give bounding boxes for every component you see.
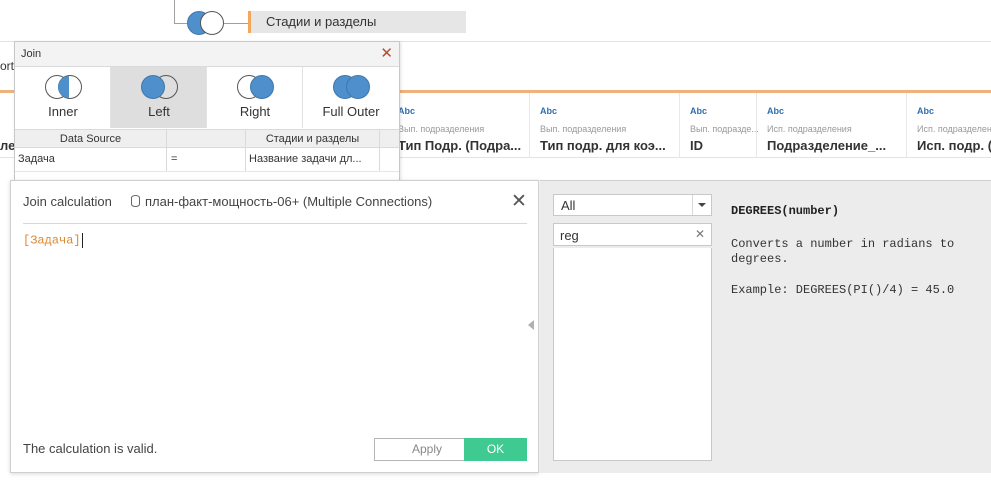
close-icon[interactable]: ✕ — [511, 190, 527, 213]
header-extra — [380, 130, 399, 147]
join-row-extra — [380, 148, 399, 171]
join-type-left[interactable]: Left — [111, 67, 207, 128]
data-source-canvas: Стадии и разделы — [0, 0, 991, 42]
header-data-source: Data Source — [15, 130, 167, 147]
clear-search-icon[interactable]: ✕ — [695, 227, 705, 241]
function-signature: DEGREES(number) — [731, 204, 840, 218]
join-clause-grid: Data Source Стадии и разделы Задача = На… — [15, 129, 399, 172]
grid-column[interactable]: Abc Вып. подразделения Тип Подр. (Подра.… — [388, 93, 530, 158]
close-icon[interactable]: ✕ — [380, 44, 393, 62]
join-type-right[interactable]: Right — [207, 67, 303, 128]
join-type-label: Full Outer — [322, 104, 380, 119]
function-category-value: All — [561, 198, 576, 213]
function-search-box[interactable]: ✕ — [553, 223, 712, 246]
grid-column-name: Исп. подр. (П — [917, 138, 991, 153]
full-outer-join-icon — [333, 75, 373, 101]
header-operator — [167, 130, 246, 147]
join-dialog-title: Join — [21, 48, 42, 60]
join-link-line — [224, 23, 248, 24]
grid-column-source: Вып. подразделения — [398, 124, 485, 134]
join-dialog: Join ✕ Inner Left Right Full Outer Data … — [14, 41, 400, 183]
grid-column-source: Исп. подразделения — [917, 124, 991, 134]
function-search-input[interactable] — [560, 227, 690, 243]
grid-column[interactable]: Abc Исп. подразделения Исп. подр. (П — [907, 93, 991, 158]
grid-column-source: Вып. подразде... — [690, 124, 759, 134]
calc-title: Join calculation — [23, 194, 112, 209]
join-calculation-dialog: Join calculation план-факт-мощность-06+ … — [10, 180, 539, 473]
left-join-venn-icon[interactable] — [187, 11, 227, 37]
calc-separator — [23, 223, 527, 224]
right-join-icon — [237, 75, 277, 101]
inner-join-icon — [45, 75, 85, 101]
join-clause-row[interactable]: Задача = Название задачи дл... — [15, 148, 399, 172]
grid-column[interactable]: Abc Исп. подразделения Подразделение_... — [757, 93, 907, 158]
join-type-inner[interactable]: Inner — [15, 67, 111, 128]
function-category-select[interactable]: All — [553, 194, 712, 216]
string-type-icon: Abc — [398, 106, 416, 116]
function-list[interactable] — [553, 248, 712, 461]
ok-button[interactable]: OK — [464, 438, 527, 461]
collapse-arrow-icon[interactable] — [528, 320, 534, 330]
grid-column-name: Тип Подр. (Подра... — [398, 138, 522, 153]
join-type-full-outer[interactable]: Full Outer — [303, 67, 399, 128]
text-caret — [81, 233, 83, 248]
grid-column[interactable]: Abc Вып. подразделения Тип подр. для коэ… — [530, 93, 680, 158]
join-left-field[interactable]: Задача — [15, 148, 167, 171]
left-join-icon — [141, 75, 181, 101]
grid-column-source: Исп. подразделения — [767, 124, 852, 134]
join-type-label: Right — [239, 104, 271, 119]
calc-validity-status: The calculation is valid. — [23, 441, 158, 456]
join-right-field[interactable]: Название задачи дл... — [246, 148, 380, 171]
join-clause-header: Data Source Стадии и разделы — [15, 129, 399, 148]
ort-fragment-text: ort — [0, 59, 15, 73]
string-type-icon: Abc — [917, 106, 935, 116]
calc-connection-name: план-факт-мощность-06+ (Multiple Connect… — [145, 194, 433, 209]
join-type-selector: Inner Left Right Full Outer — [15, 67, 399, 129]
grid-column-source: Вып. подразделения — [540, 124, 627, 134]
calc-formula-text: [Задача] — [23, 233, 81, 248]
grid-column[interactable]: Abc Вып. подразде... ID — [680, 93, 759, 158]
join-type-label: Inner — [48, 104, 78, 119]
grid-column-name: Тип подр. для коэ... — [540, 138, 666, 153]
function-description: Converts a number in radians to degrees. — [731, 237, 955, 266]
string-type-icon: Abc — [540, 106, 558, 116]
function-example: Example: DEGREES(PI()/4) = 45.0 — [731, 283, 955, 297]
grid-column-name: Подразделение_... — [767, 138, 887, 153]
database-icon — [131, 195, 140, 207]
header-right-table: Стадии и разделы — [246, 130, 380, 147]
calc-formula-editor[interactable]: [Задача] — [23, 233, 527, 433]
join-type-label: Left — [148, 104, 170, 119]
functions-panel: All ✕ DEGREES(number) Converts a number … — [540, 180, 991, 473]
join-dialog-titlebar: Join ✕ — [15, 42, 399, 67]
table-node-label: Стадии и разделы — [266, 14, 377, 29]
chevron-down-icon[interactable] — [692, 195, 711, 215]
join-operator[interactable]: = — [167, 148, 246, 171]
grid-column-name: ID — [690, 138, 703, 153]
string-type-icon: Abc — [767, 106, 785, 116]
string-type-icon: Abc — [690, 106, 708, 116]
table-node-stages[interactable]: Стадии и разделы — [248, 11, 466, 33]
grid-column-ghost: ле — [0, 93, 15, 158]
